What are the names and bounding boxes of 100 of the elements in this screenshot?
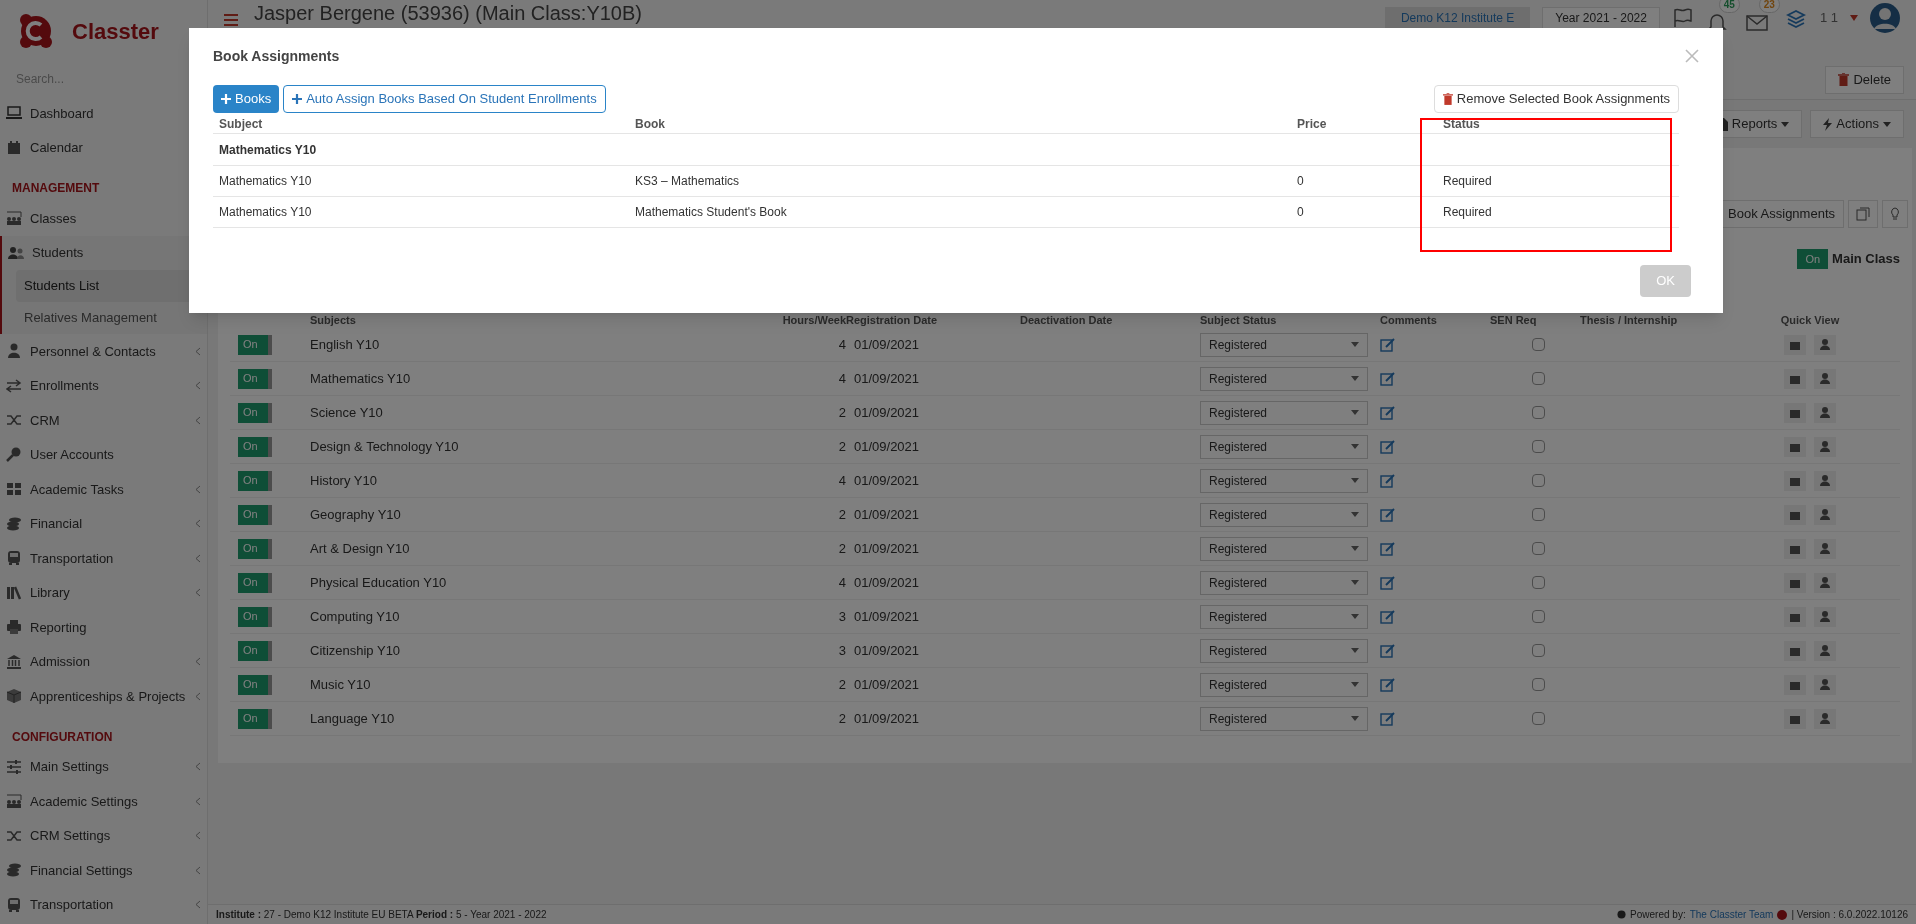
institute-button[interactable]: Demo K12 Institute E (1384, 7, 1531, 29)
sidebar-item[interactable]: CRM Settings (30, 826, 187, 846)
profile-button[interactable] (1814, 436, 1836, 457)
checkbox[interactable] (1532, 338, 1545, 351)
status-dropdown[interactable]: Registered (1200, 570, 1368, 595)
profile-button[interactable] (1814, 334, 1836, 355)
calendar-button[interactable] (1784, 640, 1806, 661)
sidebar-item[interactable]: Library (30, 583, 187, 603)
checkbox[interactable] (1532, 576, 1545, 589)
profile-button[interactable] (1814, 538, 1836, 559)
edit-icon[interactable] (1380, 608, 1396, 625)
checkbox[interactable] (1532, 440, 1545, 453)
toggle-switch[interactable]: On (238, 368, 272, 389)
checkbox[interactable] (1532, 372, 1545, 385)
calendar-button[interactable] (1784, 708, 1806, 729)
calendar-button[interactable] (1784, 674, 1806, 695)
sidebar-item[interactable]: Transportation (30, 895, 187, 915)
sidebar-item[interactable]: Personnel & Contacts (30, 341, 187, 361)
layers-icon[interactable] (1785, 7, 1808, 29)
sidebar-item[interactable]: Financial (30, 514, 187, 534)
year-dropdown[interactable]: Year 2021 - 2022 (1542, 7, 1660, 29)
calendar-button[interactable] (1784, 334, 1806, 355)
profile-button[interactable] (1814, 640, 1836, 661)
status-dropdown[interactable]: Registered (1200, 706, 1368, 731)
sidebar-item[interactable]: Enrollments (30, 376, 187, 396)
checkbox[interactable] (1532, 610, 1545, 623)
toggle-switch[interactable]: On (238, 436, 272, 457)
menu-icon[interactable] (224, 14, 238, 26)
bulb-button[interactable] (1882, 200, 1908, 228)
caret-icon[interactable] (1850, 15, 1858, 21)
toggle-switch[interactable]: On (238, 640, 272, 661)
edit-icon[interactable] (1380, 676, 1396, 693)
team-link[interactable]: The Classter Team (1689, 907, 1774, 922)
copy-button[interactable] (1848, 200, 1878, 228)
calendar-button[interactable] (1784, 402, 1806, 423)
status-dropdown[interactable]: Registered (1200, 536, 1368, 561)
edit-icon[interactable] (1380, 472, 1396, 489)
profile-button[interactable] (1814, 402, 1836, 423)
calendar-button[interactable] (1784, 606, 1806, 627)
sidebar-item[interactable]: Apprenticeships & Projects (30, 686, 187, 706)
status-dropdown[interactable]: Registered (1200, 332, 1368, 357)
sidebar-item[interactable]: User Accounts (30, 445, 201, 465)
toggle-switch[interactable]: On (238, 674, 272, 695)
status-dropdown[interactable]: Registered (1200, 502, 1368, 527)
calendar-button[interactable] (1784, 504, 1806, 525)
sidebar-item[interactable]: Academic Tasks (30, 479, 187, 499)
toggle-switch[interactable]: On (238, 504, 272, 525)
flag-icon[interactable] (1671, 7, 1694, 29)
profile-button[interactable] (1814, 504, 1836, 525)
profile-button[interactable] (1814, 606, 1836, 627)
edit-icon[interactable] (1380, 506, 1396, 523)
actions-button[interactable]: Actions (1810, 110, 1904, 138)
sidebar-item[interactable]: CRM (30, 410, 187, 430)
calendar-button[interactable] (1784, 368, 1806, 389)
profile-button[interactable] (1814, 368, 1836, 389)
submenu-item[interactable]: Relatives Management (16, 302, 207, 334)
sidebar-item[interactable]: Transportation (30, 548, 187, 568)
calendar-button[interactable] (1784, 436, 1806, 457)
checkbox[interactable] (1532, 508, 1545, 521)
sidebar-item[interactable]: Main Settings (30, 757, 187, 777)
toggle-switch[interactable]: On (238, 334, 272, 355)
status-dropdown[interactable]: Registered (1200, 638, 1368, 663)
edit-icon[interactable] (1380, 336, 1396, 353)
toggle-switch[interactable]: On (238, 708, 272, 729)
envelope-icon[interactable] (1745, 14, 1768, 32)
status-dropdown[interactable]: Registered (1200, 672, 1368, 697)
checkbox[interactable] (1532, 712, 1545, 725)
profile-button[interactable] (1814, 708, 1836, 729)
delete-button[interactable]: Delete (1825, 65, 1904, 94)
status-dropdown[interactable]: Registered (1200, 366, 1368, 391)
checkbox[interactable] (1532, 542, 1545, 555)
profile-button[interactable] (1814, 470, 1836, 491)
toggle-switch[interactable]: On (1797, 249, 1829, 269)
auto-assign-button[interactable]: Auto Assign Books Based On Student Enrollments (283, 85, 606, 113)
calendar-button[interactable] (1784, 470, 1806, 491)
status-dropdown[interactable]: Registered (1200, 604, 1368, 629)
edit-icon[interactable] (1380, 370, 1396, 387)
calendar-button[interactable] (1784, 572, 1806, 593)
toggle-switch[interactable]: On (238, 538, 272, 559)
sidebar-item[interactable]: Admission (30, 652, 187, 672)
toggle-switch[interactable]: On (238, 402, 272, 423)
sidebar-item[interactable]: Academic Settings (30, 791, 187, 811)
user-name[interactable]: 1 1 (1819, 8, 1838, 28)
avatar-icon[interactable] (1870, 3, 1900, 33)
checkbox[interactable] (1532, 644, 1545, 657)
toggle-switch[interactable]: On (238, 470, 272, 491)
checkbox[interactable] (1532, 678, 1545, 691)
status-dropdown[interactable]: Registered (1200, 468, 1368, 493)
profile-button[interactable] (1814, 572, 1836, 593)
edit-icon[interactable] (1380, 710, 1396, 727)
toggle-switch[interactable]: On (238, 572, 272, 593)
edit-icon[interactable] (1380, 438, 1396, 455)
status-dropdown[interactable]: Registered (1200, 434, 1368, 459)
checkbox[interactable] (1532, 474, 1545, 487)
close-icon[interactable] (1685, 49, 1699, 63)
toggle-switch[interactable]: On (238, 606, 272, 627)
edit-icon[interactable] (1380, 642, 1396, 659)
edit-icon[interactable] (1380, 404, 1396, 421)
edit-icon[interactable] (1380, 540, 1396, 557)
status-dropdown[interactable]: Registered (1200, 400, 1368, 425)
